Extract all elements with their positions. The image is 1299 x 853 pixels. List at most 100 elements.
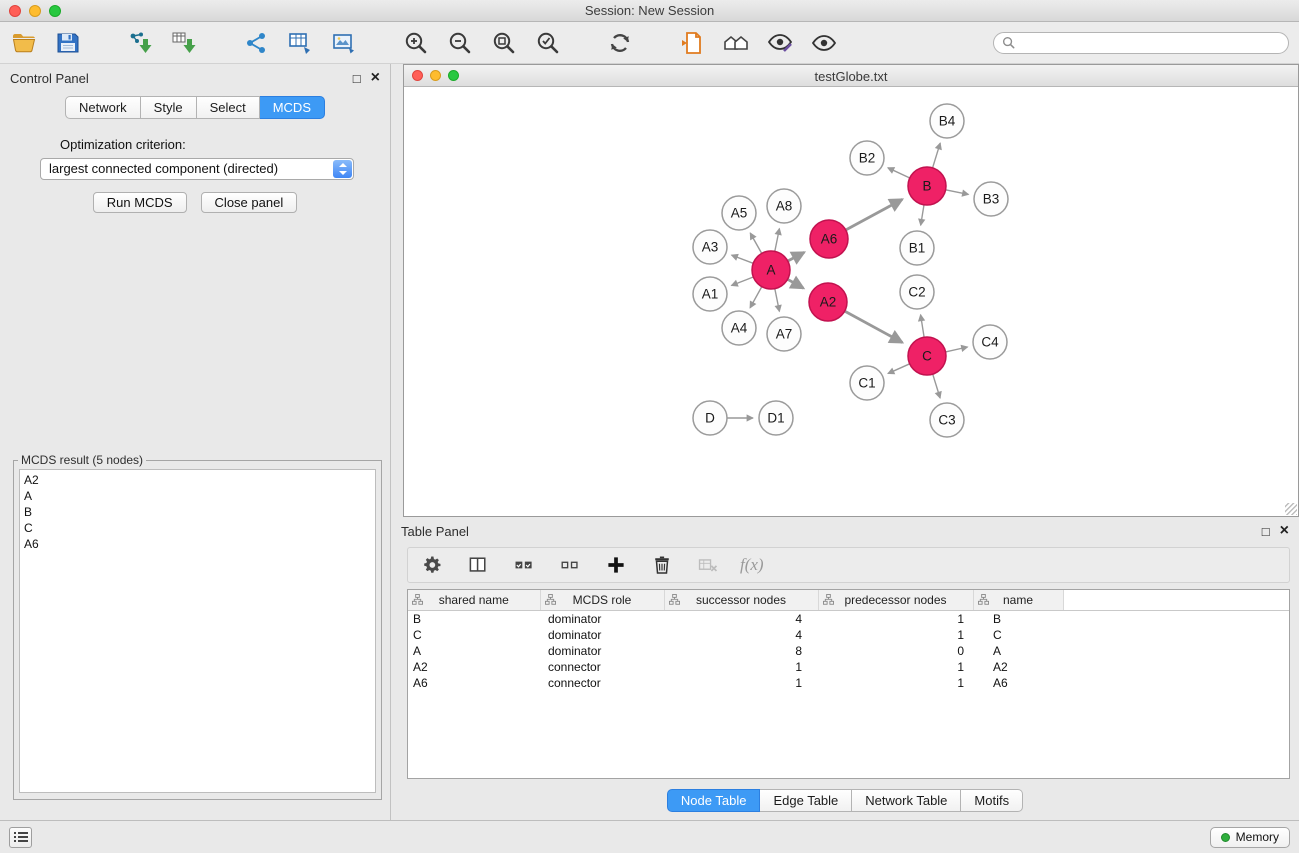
edge-A-A6[interactable]	[788, 252, 804, 261]
delete-table-button[interactable]	[694, 551, 722, 579]
export-image-button[interactable]	[330, 29, 358, 57]
edge-A-A2[interactable]	[788, 279, 804, 288]
node-D1[interactable]: D1	[759, 401, 793, 435]
import-network-button[interactable]	[126, 29, 154, 57]
edge-C-C4[interactable]	[946, 347, 968, 352]
apply-layout-button[interactable]	[606, 29, 634, 57]
node-A4[interactable]: A4	[722, 311, 756, 345]
import-table-button[interactable]	[170, 29, 198, 57]
export-table-button[interactable]	[286, 29, 314, 57]
zoom-fit-button[interactable]	[490, 29, 518, 57]
zoom-out-button[interactable]	[446, 29, 474, 57]
node-B4[interactable]: B4	[930, 104, 964, 138]
node-C4[interactable]: C4	[973, 325, 1007, 359]
mcds-result-item[interactable]: A2	[24, 472, 371, 488]
edge-C-C2[interactable]	[921, 315, 925, 337]
search-box[interactable]	[993, 32, 1289, 54]
node-A3[interactable]: A3	[693, 230, 727, 264]
node-C3[interactable]: C3	[930, 403, 964, 437]
function-builder-button[interactable]: f(x)	[740, 555, 764, 575]
tab-network[interactable]: Network	[65, 96, 141, 119]
table-row[interactable]: Adominator80A	[408, 643, 1289, 659]
table-row[interactable]: Cdominator41C	[408, 627, 1289, 643]
table-row[interactable]: Bdominator41B	[408, 611, 1289, 627]
table-settings-button[interactable]	[418, 551, 446, 579]
edge-A-A7[interactable]	[775, 289, 780, 312]
column-header-name[interactable]: name	[973, 590, 1063, 611]
edge-C-C3[interactable]	[933, 374, 940, 398]
node-C2[interactable]: C2	[900, 275, 934, 309]
run-mcds-button[interactable]: Run MCDS	[93, 192, 187, 213]
visual-properties-button[interactable]	[766, 29, 794, 57]
mcds-result-item[interactable]: A6	[24, 536, 371, 552]
edge-B-B1[interactable]	[921, 205, 924, 225]
tab-style[interactable]: Style	[141, 96, 197, 119]
column-header-predecessor-nodes[interactable]: predecessor nodes	[818, 590, 973, 611]
node-A1[interactable]: A1	[693, 277, 727, 311]
edge-A-A3[interactable]	[732, 255, 754, 263]
edge-A-A1[interactable]	[732, 277, 754, 286]
float-panel-icon[interactable]: □	[353, 72, 361, 85]
mcds-result-item[interactable]: A	[24, 488, 371, 504]
edge-A6-B[interactable]	[846, 199, 903, 230]
node-A7[interactable]: A7	[767, 317, 801, 351]
node-A6[interactable]: A6	[810, 220, 848, 258]
select-all-rows-button[interactable]	[510, 551, 538, 579]
show-graphics-details-button[interactable]	[810, 29, 838, 57]
style-file-button[interactable]	[678, 29, 706, 57]
delete-column-button[interactable]	[648, 551, 676, 579]
table-row[interactable]: A6connector11A6	[408, 675, 1289, 691]
node-A[interactable]: A	[752, 251, 790, 289]
node-C1[interactable]: C1	[850, 366, 884, 400]
criterion-dropdown[interactable]: largest connected component (directed)	[40, 158, 354, 180]
show-columns-button[interactable]	[464, 551, 492, 579]
edge-A2-C[interactable]	[845, 311, 903, 342]
edge-B-B2[interactable]	[888, 168, 910, 178]
edge-A-A5[interactable]	[750, 233, 761, 253]
tab-select[interactable]: Select	[197, 96, 260, 119]
new-network-button[interactable]	[242, 29, 270, 57]
table-tab-motifs[interactable]: Motifs	[961, 789, 1023, 812]
edge-B-B4[interactable]	[933, 143, 941, 168]
mcds-result-item[interactable]: B	[24, 504, 371, 520]
zoom-in-button[interactable]	[402, 29, 430, 57]
table-tab-network-table[interactable]: Network Table	[852, 789, 961, 812]
network-canvas[interactable]: B4 B2 B B3 A5 A8 A6 A3 B1 A C2 A1 A2 A4 A7 C4 C C1 D D1 C3	[404, 88, 1298, 516]
deselect-all-rows-button[interactable]	[556, 551, 584, 579]
node-D[interactable]: D	[693, 401, 727, 435]
table-tab-edge-table[interactable]: Edge Table	[760, 789, 852, 812]
edge-A-A4[interactable]	[750, 287, 762, 308]
save-session-button[interactable]	[54, 29, 82, 57]
home-view-button[interactable]	[722, 29, 750, 57]
tab-mcds[interactable]: MCDS	[260, 96, 325, 119]
table-tab-node-table[interactable]: Node Table	[667, 789, 761, 812]
search-input[interactable]	[1020, 35, 1280, 50]
zoom-selected-button[interactable]	[534, 29, 562, 57]
edge-C-C1[interactable]	[888, 364, 910, 374]
column-header-shared-name[interactable]: shared name	[408, 590, 540, 611]
node-B[interactable]: B	[908, 167, 946, 205]
close-table-panel-icon[interactable]: ×	[1280, 523, 1289, 539]
mcds-result-list[interactable]: A2ABCA6	[19, 469, 376, 793]
close-panel-icon[interactable]: ×	[371, 70, 380, 86]
column-header-successor-nodes[interactable]: successor nodes	[664, 590, 818, 611]
open-session-button[interactable]	[10, 29, 38, 57]
node-B3[interactable]: B3	[974, 182, 1008, 216]
node-B1[interactable]: B1	[900, 231, 934, 265]
edge-B-B3[interactable]	[946, 190, 969, 195]
node-A8[interactable]: A8	[767, 189, 801, 223]
window-resize-grip[interactable]	[1285, 503, 1297, 515]
column-header-MCDS-role[interactable]: MCDS role	[540, 590, 664, 611]
node-A2[interactable]: A2	[809, 283, 847, 321]
node-C[interactable]: C	[908, 337, 946, 375]
create-column-button[interactable]	[602, 551, 630, 579]
memory-button[interactable]: Memory	[1210, 827, 1290, 848]
float-table-panel-icon[interactable]: □	[1262, 525, 1270, 538]
task-history-button[interactable]	[9, 827, 32, 848]
close-panel-button[interactable]: Close panel	[201, 192, 298, 213]
table-row[interactable]: A2connector11A2	[408, 659, 1289, 675]
node-A5[interactable]: A5	[722, 196, 756, 230]
edge-A-A8[interactable]	[775, 229, 780, 252]
mcds-result-item[interactable]: C	[24, 520, 371, 536]
node-B2[interactable]: B2	[850, 141, 884, 175]
